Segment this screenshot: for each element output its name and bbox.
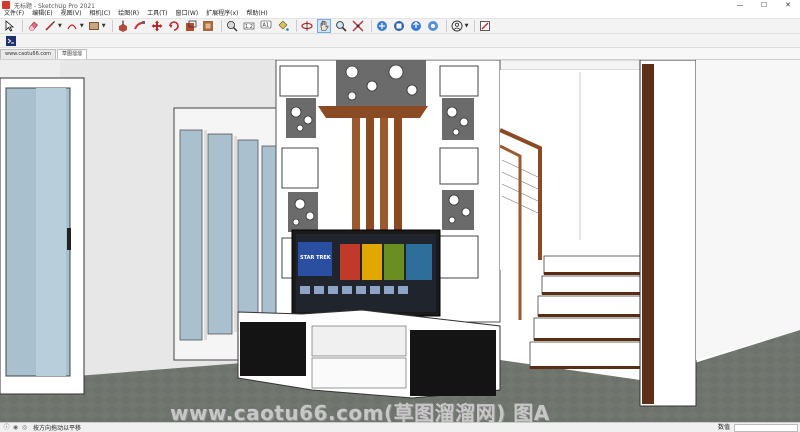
model-scene: STAR TREK [0,60,800,422]
menu-edit[interactable]: 编辑(E) [28,10,56,18]
measurements-input[interactable] [734,424,798,432]
warehouse-icon[interactable] [375,19,389,33]
menu-help[interactable]: 帮助(H) [242,10,271,18]
zoom-tool-icon[interactable] [334,19,348,33]
window-title: 无标题 - SketchUp Pro 2021 [14,2,95,10]
left-door [0,77,85,395]
layout-send-icon[interactable] [478,19,492,33]
credits-icon[interactable]: ◎ [21,424,28,431]
scale-tool-icon[interactable] [184,19,198,33]
tv: STAR TREK [291,229,441,322]
menu-draw[interactable]: 绘图(R) [114,10,143,18]
menu-file[interactable]: 文件(F) [0,10,28,18]
line-tool-icon[interactable] [43,19,57,33]
eraser-tool-icon[interactable] [26,19,40,33]
info-icon[interactable]: ⓘ [3,424,10,431]
window-controls: — ☐ ✕ [728,0,800,10]
rotate-tool-icon[interactable] [167,19,181,33]
extension-warehouse-icon[interactable] [392,19,406,33]
minimize-button[interactable]: — [728,0,752,10]
move-tool-icon[interactable] [150,19,164,33]
title-bar: 无标题 - SketchUp Pro 2021 — ☐ ✕ [0,0,800,10]
secondary-toolbar [0,34,800,48]
share-model-icon[interactable] [409,19,423,33]
orbit-tool-icon[interactable] [300,19,314,33]
measurements-label: 数值 [717,424,730,431]
geo-location-icon[interactable]: ◉ [12,424,19,431]
paint-bucket-tool-icon[interactable] [276,19,290,33]
watermark-text: www.caotu66.com(草图溜溜网) 图A [170,401,550,422]
menu-view[interactable]: 视图(V) [57,10,86,18]
status-hint: 按方向拖动以平移 [33,425,82,432]
status-icons: ⓘ ◉ ◎ [3,424,30,431]
scene-tab-current[interactable]: 草图溜溜 [57,49,88,59]
tv-console [237,309,501,399]
maximize-button[interactable]: ☐ [752,0,776,10]
status-bar: ⓘ ◉ ◎ 按方向拖动以平移 数值 [0,422,800,432]
svg-text:A1: A1 [262,23,269,29]
main-toolbar: ▼ ▼ ▼ 1.2 A1 ▼ [0,18,800,34]
arc-dropdown-icon[interactable]: ▼ [80,23,84,29]
menu-tools[interactable]: 工具(T) [143,10,171,18]
text-tool-icon[interactable]: A1 [259,19,273,33]
sketchup-app-icon [2,1,10,9]
push-pull-tool-icon[interactable] [116,19,130,33]
user-account-dropdown-icon[interactable]: ▼ [465,23,469,29]
follow-me-tool-icon[interactable] [133,19,147,33]
extension-manager-icon[interactable] [426,19,440,33]
rectangle-dropdown-icon[interactable]: ▼ [102,23,106,29]
svg-text:1.2: 1.2 [245,24,253,30]
menu-extensions[interactable]: 扩展程序(x) [202,10,242,18]
scene-tabs: www.caotu66.com 草图溜溜 [0,48,800,60]
rectangle-tool-icon[interactable] [87,19,101,33]
pan-tool-icon[interactable] [316,19,331,33]
menu-window[interactable]: 窗口(W) [172,10,203,18]
offset-tool-icon[interactable] [201,19,215,33]
tape-measure-tool-icon[interactable] [225,19,239,33]
close-button[interactable]: ✕ [776,0,800,10]
model-viewport[interactable]: STAR TREK www.caotu66.com(草图溜溜网) 图A [0,60,800,422]
line-dropdown-icon[interactable]: ▼ [58,23,62,29]
dimension-tool-icon[interactable]: 1.2 [242,19,256,33]
ruby-console-icon[interactable] [4,34,18,48]
user-account-icon[interactable] [450,19,464,33]
menu-camera[interactable]: 相机(C) [85,10,114,18]
select-tool-icon[interactable] [2,19,16,33]
arc-tool-icon[interactable] [65,19,79,33]
menu-bar: 文件(F) 编辑(E) 视图(V) 相机(C) 绘图(R) 工具(T) 窗口(W… [0,10,800,18]
scene-tab-caotu[interactable]: www.caotu66.com [0,49,57,59]
tv-title-text: STAR TREK [300,255,332,261]
zoom-extents-tool-icon[interactable] [351,19,365,33]
